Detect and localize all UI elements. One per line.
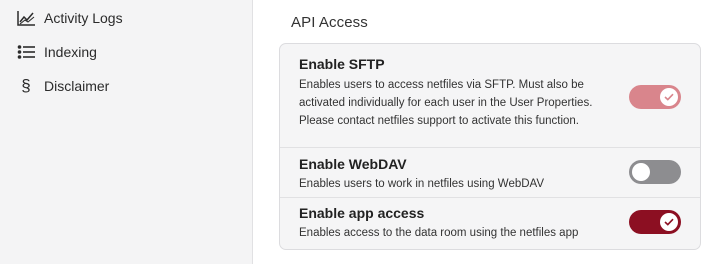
check-icon bbox=[660, 213, 678, 231]
setting-row-sftp: Enable SFTP Enables users to access netf… bbox=[280, 44, 700, 148]
sidebar-item-disclaimer[interactable]: § Disclaimer bbox=[16, 73, 109, 99]
setting-description: Enables users to work in netfiles using … bbox=[299, 178, 545, 190]
setting-description: Enables users to access netfiles via SFT… bbox=[299, 79, 593, 127]
sidebar-item-label: Disclaimer bbox=[44, 78, 110, 94]
sidebar: Activity Logs Indexing § Disclaimer bbox=[0, 0, 253, 264]
setting-title: Enable SFTP bbox=[299, 56, 385, 72]
main-content: API Access Enable SFTP Enables users to … bbox=[254, 0, 727, 264]
settings-card: Enable SFTP Enables users to access netf… bbox=[279, 43, 701, 250]
activity-chart-icon bbox=[16, 8, 36, 28]
setting-row-app-access: Enable app access Enables access to the … bbox=[280, 198, 700, 249]
section-title: API Access bbox=[291, 14, 368, 31]
app-window: Activity Logs Indexing § Disclaimer API … bbox=[0, 0, 727, 264]
setting-row-webdav: Enable WebDAV Enables users to work in n… bbox=[280, 148, 700, 198]
setting-title: Enable WebDAV bbox=[299, 156, 407, 172]
webdav-toggle[interactable] bbox=[629, 160, 681, 184]
sidebar-item-indexing[interactable]: Indexing bbox=[16, 39, 97, 65]
sftp-toggle[interactable] bbox=[629, 85, 681, 109]
setting-description: Enables access to the data room using th… bbox=[299, 227, 579, 239]
list-icon bbox=[16, 42, 36, 62]
app-access-toggle[interactable] bbox=[629, 210, 681, 234]
sidebar-item-label: Activity Logs bbox=[44, 10, 123, 26]
setting-text: Enable WebDAV Enables users to work in n… bbox=[299, 155, 629, 193]
check-icon bbox=[660, 88, 678, 106]
sidebar-item-activity-logs[interactable]: Activity Logs bbox=[16, 5, 123, 31]
section-sign-icon: § bbox=[21, 76, 31, 95]
setting-text: Enable SFTP Enables users to access netf… bbox=[299, 55, 629, 130]
setting-title: Enable app access bbox=[299, 205, 425, 221]
setting-text: Enable app access Enables access to the … bbox=[299, 204, 629, 242]
toggle-knob bbox=[632, 163, 650, 181]
sidebar-item-label: Indexing bbox=[44, 44, 97, 60]
